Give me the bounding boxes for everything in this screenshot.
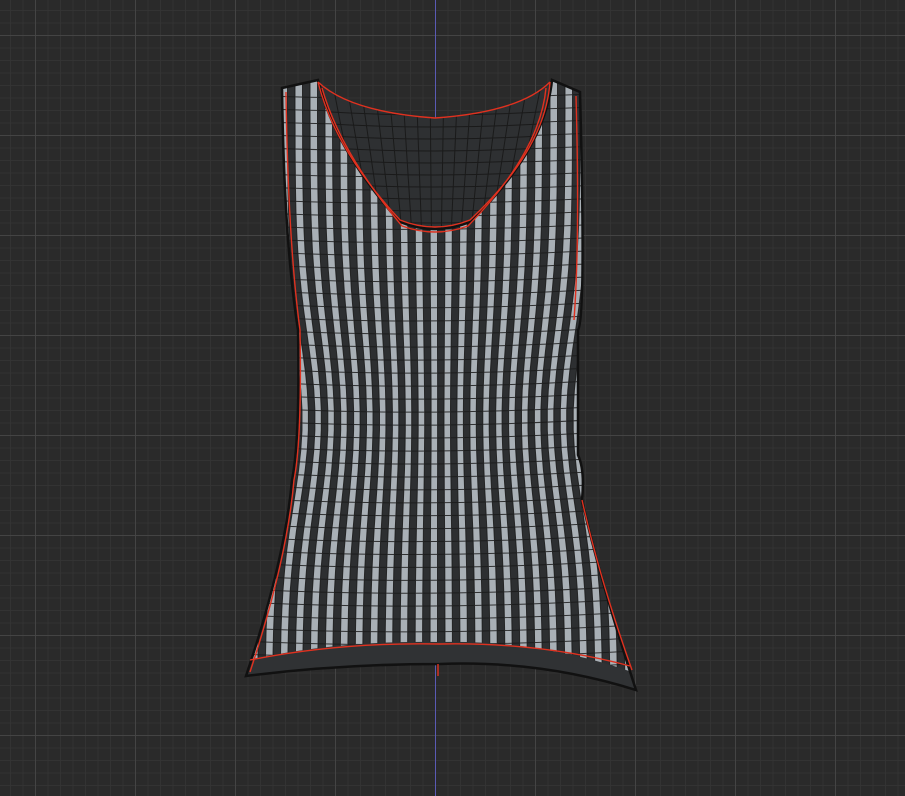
3d-viewport[interactable] [0, 0, 905, 796]
garment-mesh[interactable] [0, 0, 905, 796]
wire-vertical [611, 80, 636, 690]
wire-vertical [605, 80, 633, 690]
